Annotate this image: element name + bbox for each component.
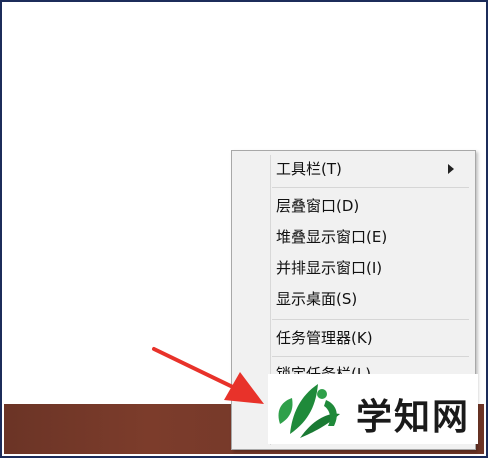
arrow-head-icon <box>224 372 264 404</box>
leaf-logo-icon <box>278 384 340 438</box>
watermark-text: 学知网 <box>356 397 471 438</box>
arrow-shaft <box>152 347 241 392</box>
watermark: 学知网 <box>268 374 478 444</box>
screenshot-frame: 工具栏(T) 层叠窗口(D) 堆叠显示窗口(E) 并排显示窗口(I) 显示桌面(… <box>0 0 488 458</box>
